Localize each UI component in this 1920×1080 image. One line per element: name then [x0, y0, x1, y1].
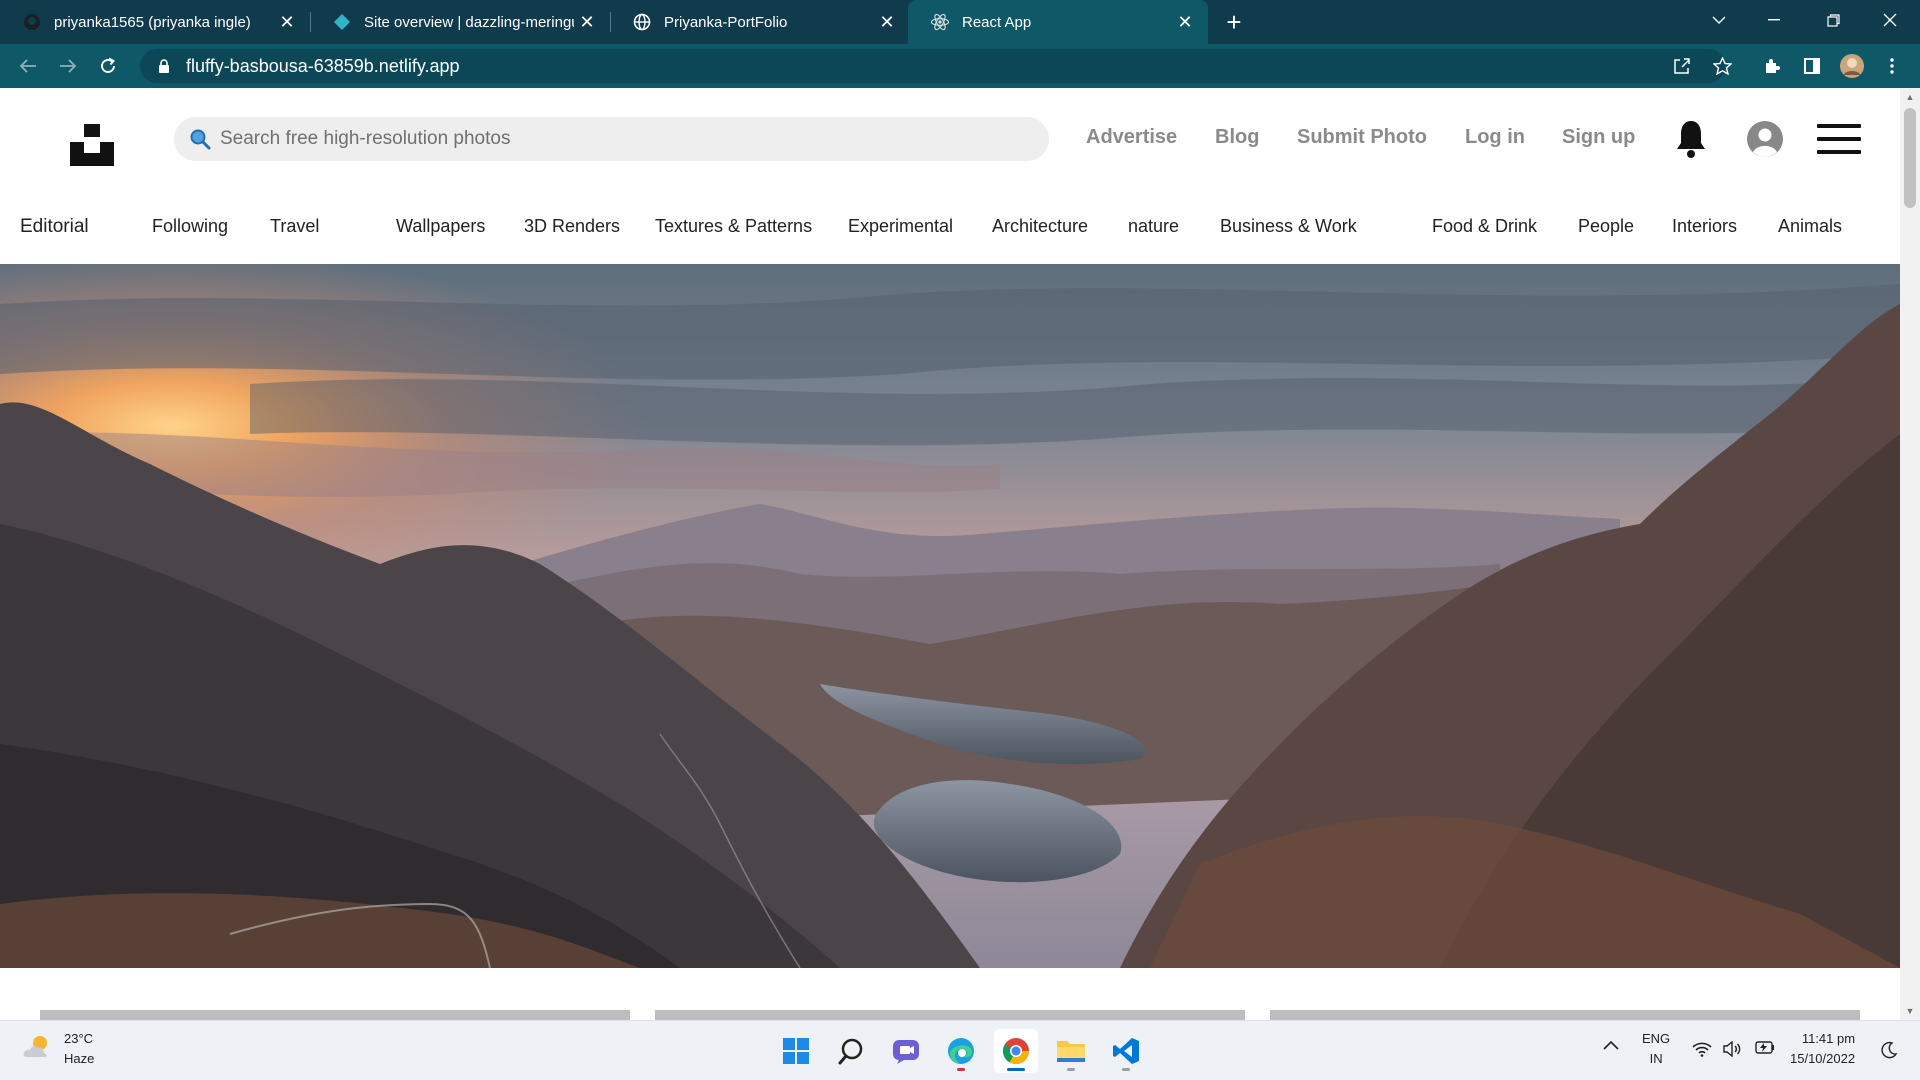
- bookmark-star-icon[interactable]: [1708, 52, 1736, 80]
- tab-close-icon[interactable]: ✕: [1172, 9, 1198, 35]
- vscode-icon[interactable]: [1104, 1029, 1148, 1073]
- taskbar-search-icon[interactable]: [829, 1029, 873, 1073]
- scroll-down-icon[interactable]: ▼: [1900, 1002, 1920, 1020]
- tab-strip: priyanka1565 (priyanka ingle) ✕ Site ove…: [0, 0, 1920, 44]
- user-avatar-icon[interactable]: [1745, 119, 1785, 159]
- blog-link[interactable]: Blog: [1215, 126, 1259, 149]
- hero-image[interactable]: [0, 264, 1900, 968]
- netlify-icon: [332, 12, 352, 32]
- login-link[interactable]: Log in: [1465, 126, 1525, 149]
- tab-title: React App: [962, 13, 1032, 31]
- side-panel-icon[interactable]: [1798, 52, 1826, 80]
- advertise-link[interactable]: Advertise: [1086, 126, 1177, 149]
- tab-search-chevron-icon[interactable]: [1697, 0, 1741, 40]
- tab-netlify[interactable]: Site overview | dazzling-meringue ✕: [310, 0, 610, 44]
- tab-portfolio[interactable]: Priyanka-PortFolio ✕: [610, 0, 910, 44]
- github-icon: [22, 12, 42, 32]
- search-bar[interactable]: [174, 117, 1049, 161]
- bell-icon[interactable]: [1672, 118, 1710, 160]
- category-travel[interactable]: Travel: [270, 216, 319, 237]
- menu-kebab-icon[interactable]: [1878, 52, 1906, 80]
- clock[interactable]: 11:41 pm 15/10/2022: [1790, 1029, 1855, 1069]
- tab-close-icon[interactable]: ✕: [574, 9, 600, 35]
- tab-close-icon[interactable]: ✕: [274, 9, 300, 35]
- language-code: ENG: [1642, 1031, 1671, 1046]
- hamburger-menu-icon[interactable]: [1817, 122, 1861, 156]
- unsplash-logo-icon[interactable]: [70, 124, 114, 166]
- battery-charging-icon[interactable]: [1753, 1041, 1775, 1061]
- address-bar[interactable]: fluffy-basbousa-63859b.netlify.app: [140, 49, 1725, 83]
- chrome-browser-icon[interactable]: [994, 1029, 1038, 1073]
- photo-card-placeholder[interactable]: [655, 1010, 1245, 1020]
- chrome-active-indicator: [1007, 1068, 1025, 1071]
- scroll-up-icon[interactable]: ▲: [1900, 88, 1920, 106]
- category-interiors[interactable]: Interiors: [1672, 216, 1737, 237]
- page-viewport: Advertise Blog Submit Photo Log in Sign …: [0, 88, 1900, 1020]
- search-input[interactable]: [220, 128, 1000, 150]
- category-wallpapers[interactable]: Wallpapers: [396, 216, 485, 237]
- category-nav: Editorial Following Travel Wallpapers 3D…: [0, 208, 1900, 254]
- wifi-icon[interactable]: [1692, 1041, 1712, 1063]
- photo-card-placeholder[interactable]: [40, 1010, 630, 1020]
- close-window-icon[interactable]: [1868, 0, 1912, 40]
- category-3d-renders[interactable]: 3D Renders: [524, 216, 620, 237]
- vscode-running-indicator: [1122, 1068, 1130, 1071]
- clock-time: 11:41 pm: [1801, 1031, 1856, 1046]
- back-icon[interactable]: [12, 50, 44, 82]
- tab-title: Site overview | dazzling-meringue: [364, 13, 574, 31]
- teams-chat-icon[interactable]: [884, 1029, 928, 1073]
- minimize-icon[interactable]: [1752, 0, 1796, 40]
- tab-react-app[interactable]: React App ✕: [908, 0, 1208, 44]
- language-indicator[interactable]: ENG IN: [1642, 1029, 1670, 1069]
- lock-icon[interactable]: [152, 58, 176, 74]
- windows-start-icon[interactable]: [774, 1029, 818, 1073]
- category-following[interactable]: Following: [152, 216, 228, 237]
- tab-github[interactable]: priyanka1565 (priyanka ingle) ✕: [0, 0, 310, 44]
- file-explorer-icon[interactable]: [1049, 1029, 1093, 1073]
- photo-card-placeholder[interactable]: [1270, 1010, 1860, 1020]
- weather-haze-icon: [22, 1033, 54, 1066]
- category-textures-patterns[interactable]: Textures & Patterns: [655, 216, 812, 237]
- weather-temperature: 23°C: [64, 1031, 94, 1046]
- browser-toolbar: fluffy-basbousa-63859b.netlify.app: [0, 44, 1920, 88]
- volume-icon[interactable]: [1722, 1040, 1742, 1063]
- extensions-icon[interactable]: [1758, 52, 1786, 80]
- submit-photo-link[interactable]: Submit Photo: [1297, 126, 1427, 149]
- explorer-running-indicator: [1067, 1068, 1075, 1071]
- page-scrollbar[interactable]: ▲ ▼: [1900, 88, 1920, 1020]
- restore-icon[interactable]: [1811, 0, 1855, 40]
- category-animals[interactable]: Animals: [1778, 216, 1842, 237]
- scrollbar-thumb[interactable]: [1904, 108, 1916, 208]
- forward-icon[interactable]: [52, 50, 84, 82]
- share-icon[interactable]: [1668, 52, 1696, 80]
- category-food-drink[interactable]: Food & Drink: [1432, 216, 1537, 237]
- profile-avatar-icon[interactable]: [1838, 52, 1866, 80]
- tab-title: priyanka1565 (priyanka ingle): [54, 13, 251, 31]
- category-architecture[interactable]: Architecture: [992, 216, 1088, 237]
- edge-running-indicator: [957, 1068, 965, 1071]
- url-text[interactable]: fluffy-basbousa-63859b.netlify.app: [186, 56, 460, 77]
- globe-icon: [632, 12, 652, 32]
- category-editorial[interactable]: Editorial: [20, 216, 89, 238]
- notification-moon-icon[interactable]: [1880, 1041, 1898, 1065]
- tray-overflow-icon[interactable]: [1602, 1037, 1620, 1057]
- language-region: IN: [1649, 1051, 1663, 1066]
- weather-widget[interactable]: 23°C Haze: [22, 1029, 94, 1069]
- weather-condition: Haze: [64, 1051, 95, 1066]
- react-icon: [930, 12, 950, 32]
- edge-browser-icon[interactable]: [939, 1029, 983, 1073]
- category-nature[interactable]: nature: [1128, 216, 1179, 237]
- category-experimental[interactable]: Experimental: [848, 216, 953, 237]
- category-people[interactable]: People: [1578, 216, 1634, 237]
- clock-date: 15/10/2022: [1790, 1051, 1856, 1066]
- search-icon[interactable]: [180, 128, 220, 150]
- reload-icon[interactable]: [92, 50, 124, 82]
- category-business-work[interactable]: Business & Work: [1220, 216, 1357, 237]
- signup-link[interactable]: Sign up: [1562, 126, 1635, 149]
- tab-title: Priyanka-PortFolio: [664, 13, 788, 31]
- tab-close-icon[interactable]: ✕: [874, 9, 900, 35]
- windows-taskbar: 23°C Haze ENG IN 11:41 pm 15/10/2022: [0, 1020, 1920, 1080]
- new-tab-button[interactable]: +: [1218, 6, 1250, 38]
